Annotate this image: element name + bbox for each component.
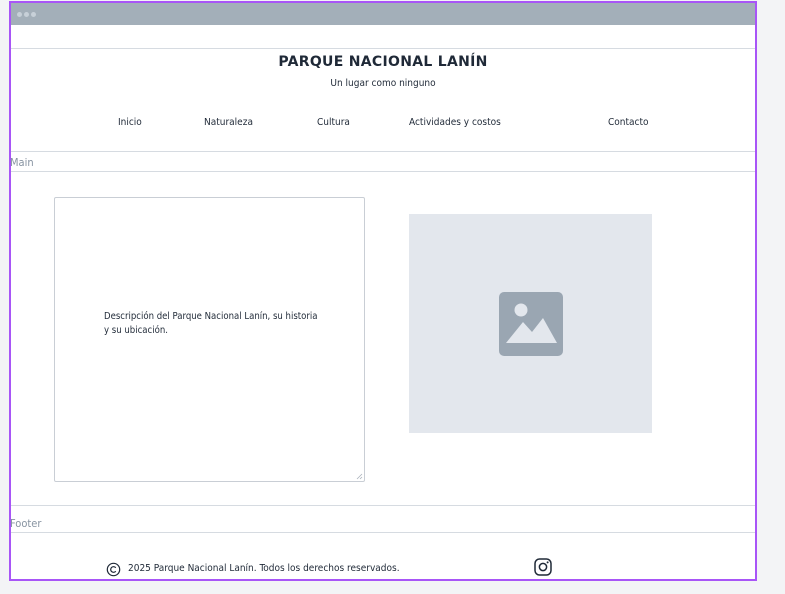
- nav-item-actividades[interactable]: Actividades y costos: [409, 117, 501, 128]
- nav-item-cultura[interactable]: Cultura: [317, 117, 350, 128]
- image-placeholder-icon: [499, 292, 563, 356]
- window-dot-icon: [17, 12, 22, 17]
- divider: [11, 532, 755, 533]
- nav-item-contacto[interactable]: Contacto: [608, 117, 649, 128]
- site-title: PARQUE NACIONAL LANÍN: [278, 54, 488, 70]
- footer-section-label: Footer: [10, 517, 42, 530]
- copyright-icon: [106, 562, 121, 577]
- divider: [11, 505, 755, 506]
- main-nav: Inicio Naturaleza Cultura Actividades y …: [11, 117, 755, 133]
- nav-item-inicio[interactable]: Inicio: [118, 117, 142, 128]
- main-section-label: Main: [10, 156, 34, 169]
- window-dot-icon: [31, 12, 36, 17]
- copyright-text: 2025 Parque Nacional Lanín. Todos los de…: [128, 563, 400, 574]
- park-image-placeholder: [409, 214, 652, 433]
- divider: [11, 171, 755, 172]
- description-textarea[interactable]: Descripción del Parque Nacional Lanín, s…: [54, 197, 365, 482]
- park-description: Descripción del Parque Nacional Lanín, s…: [104, 311, 318, 336]
- site-header: PARQUE NACIONAL LANÍN Un lugar como ning…: [11, 48, 755, 152]
- nav-item-naturaleza[interactable]: Naturaleza: [204, 117, 253, 128]
- instagram-icon[interactable]: [533, 557, 553, 577]
- window-dot-icon: [24, 12, 29, 17]
- browser-frame: PARQUE NACIONAL LANÍN Un lugar como ning…: [9, 1, 757, 581]
- resize-handle-icon[interactable]: [355, 472, 363, 480]
- window-titlebar: [11, 3, 755, 25]
- site-subtitle: Un lugar como ninguno: [330, 78, 436, 89]
